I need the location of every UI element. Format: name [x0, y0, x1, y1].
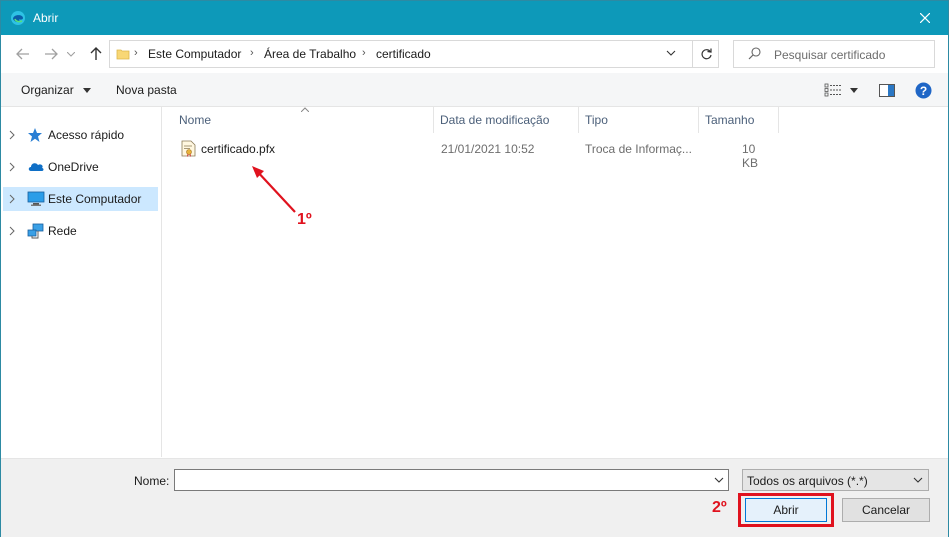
column-header-name[interactable]: Nome [173, 107, 434, 133]
column-header-size[interactable]: Tamanho [699, 107, 779, 133]
navigation-pane: Acesso rápido OneDrive Este Computador R… [1, 107, 162, 457]
chevron-down-icon [67, 51, 75, 57]
svg-text:?: ? [920, 84, 927, 98]
breadcrumb-separator-icon: › [134, 47, 138, 59]
window-title: Abrir [33, 11, 59, 25]
command-toolbar: Organizar Nova pasta ? [1, 73, 948, 107]
cloud-icon [27, 159, 45, 175]
column-header-label: Nome [179, 113, 212, 127]
preview-pane-icon [879, 83, 895, 97]
chevron-down-icon [913, 477, 923, 483]
change-view-button[interactable] [824, 81, 842, 99]
search-box[interactable]: Pesquisar certificado [733, 40, 935, 68]
column-header-label: Tamanho [705, 113, 755, 127]
arrow-up-icon [90, 47, 102, 60]
file-name: certificado.pfx [201, 142, 276, 156]
search-placeholder: Pesquisar certificado [774, 48, 886, 62]
details-view-icon [824, 83, 841, 97]
breadcrumb-item[interactable]: Este Computador [148, 47, 241, 61]
folder-icon [116, 47, 130, 64]
refresh-button[interactable] [692, 41, 719, 67]
sort-ascending-icon [301, 107, 309, 112]
chevron-down-icon [714, 477, 724, 483]
annotation-arrow-icon [252, 166, 296, 213]
file-size: 10 KB [742, 142, 759, 170]
address-row: › Este Computador › Área de Trabalho › c… [1, 35, 948, 73]
back-button[interactable] [14, 45, 32, 63]
column-header-type[interactable]: Tipo [579, 107, 699, 133]
edge-browser-icon [10, 10, 26, 26]
close-icon [920, 13, 930, 23]
sidebar-item-label: Rede [48, 224, 77, 238]
up-button[interactable] [87, 45, 105, 63]
address-history-button[interactable] [666, 47, 676, 61]
close-button[interactable] [902, 1, 948, 35]
title-bar: Abrir [1, 1, 948, 35]
breadcrumb-separator-icon: › [362, 47, 366, 59]
file-type-dropdown[interactable] [913, 474, 923, 488]
column-header-label: Data de modificação [440, 113, 550, 127]
breadcrumb-item[interactable]: Área de Trabalho [264, 47, 356, 61]
breadcrumb-separator-icon: › [250, 47, 254, 59]
file-list: Nome Data de modificação Tipo Tamanho ce… [162, 107, 948, 457]
column-header-label: Tipo [585, 113, 608, 127]
open-file-dialog: Abrir › Este Computador › Área de Trabal… [0, 0, 949, 537]
expand-chevron-icon[interactable] [9, 129, 15, 143]
star-icon [27, 127, 45, 143]
help-icon: ? [915, 82, 932, 98]
sidebar-item-label: OneDrive [48, 160, 99, 174]
caret-down-icon [850, 87, 858, 93]
sidebar-item-label: Acesso rápido [48, 128, 125, 142]
help-button[interactable]: ? [915, 81, 932, 99]
forward-button[interactable] [42, 45, 60, 63]
certificate-file-icon [181, 140, 196, 160]
sidebar-item-network[interactable]: Rede [3, 219, 158, 243]
refresh-icon [700, 48, 712, 59]
dialog-footer: Nome: Todos os arquivos (*.*) 2º Abrir C… [1, 458, 948, 537]
annotation-step-1: 1º [297, 211, 312, 228]
sidebar-item-quick-access[interactable]: Acesso rápido [3, 123, 158, 147]
expand-chevron-icon[interactable] [9, 225, 15, 239]
annotation-step-2: 2º [712, 499, 727, 516]
arrow-left-icon [16, 48, 29, 60]
column-header-date[interactable]: Data de modificação [434, 107, 579, 133]
expand-chevron-icon[interactable] [9, 161, 15, 175]
view-options-button[interactable] [850, 81, 858, 99]
cancel-button[interactable]: Cancelar [842, 498, 930, 522]
file-type-select[interactable]: Todos os arquivos (*.*) [742, 469, 929, 491]
preview-pane-button[interactable] [879, 81, 895, 99]
file-type: Troca de Informaç... [585, 142, 692, 156]
search-icon [748, 47, 761, 63]
file-modified-date: 21/01/2021 10:52 [441, 142, 535, 156]
address-bar[interactable]: › Este Computador › Área de Trabalho › c… [109, 40, 719, 68]
computer-icon [27, 191, 45, 207]
recent-locations-button[interactable] [65, 45, 77, 63]
organize-label: Organizar [21, 83, 74, 97]
file-name-label: Nome: [134, 474, 170, 488]
expand-chevron-icon[interactable] [9, 193, 15, 207]
open-button[interactable]: Abrir [745, 498, 827, 522]
sidebar-item-label: Este Computador [48, 192, 142, 206]
chevron-down-icon [666, 50, 676, 56]
arrow-right-icon [45, 48, 58, 60]
organize-menu[interactable]: Organizar [21, 83, 92, 97]
file-name-history-button[interactable] [714, 474, 724, 488]
file-row[interactable]: certificado.pfx 21/01/2021 10:52 Troca d… [172, 137, 772, 170]
sidebar-item-this-pc[interactable]: Este Computador [3, 187, 158, 211]
breadcrumb-item[interactable]: certificado [376, 47, 431, 61]
file-name-input[interactable] [174, 469, 729, 491]
caret-down-icon [83, 88, 92, 94]
file-type-value: Todos os arquivos (*.*) [747, 474, 868, 488]
new-folder-button[interactable]: Nova pasta [116, 83, 177, 97]
sidebar-item-onedrive[interactable]: OneDrive [3, 155, 158, 179]
network-icon [27, 223, 45, 239]
